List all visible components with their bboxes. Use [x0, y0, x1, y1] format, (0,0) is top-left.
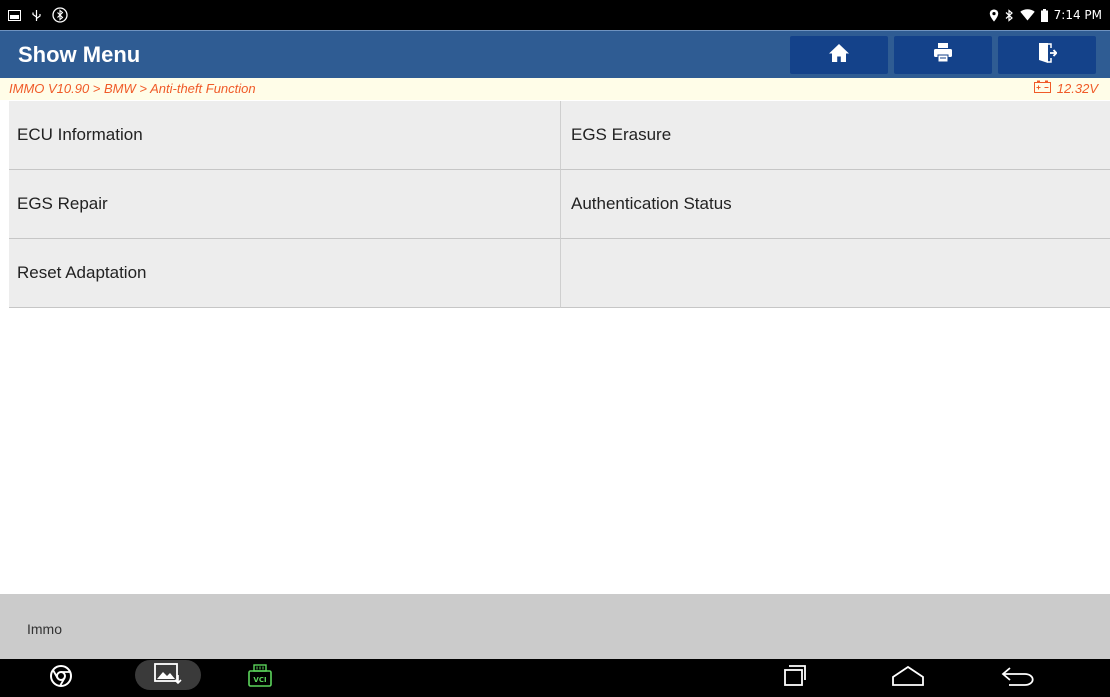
location-icon — [989, 9, 999, 22]
home-icon — [828, 43, 850, 68]
status-bar: 7:14 PM — [0, 0, 1110, 30]
print-icon — [933, 42, 953, 68]
menu-item-egs-erasure[interactable]: EGS Erasure — [561, 101, 1110, 170]
voltage-indicator: 12.32V — [1033, 78, 1098, 100]
chrome-button[interactable] — [47, 659, 75, 697]
app-header: Show Menu — [0, 30, 1110, 78]
screenshot-icon — [8, 9, 21, 21]
usb-icon — [30, 9, 43, 22]
vci-icon: VCI — [247, 663, 273, 694]
menu-item-reset-adaptation[interactable]: Reset Adaptation — [9, 239, 561, 308]
bluetooth-icon — [1005, 8, 1014, 22]
chrome-icon — [49, 664, 73, 693]
bluetooth-connected-icon — [52, 7, 68, 23]
gallery-button[interactable] — [135, 659, 201, 697]
home-nav-icon — [891, 665, 925, 692]
wifi-icon — [1019, 9, 1035, 21]
vci-button[interactable]: VCI — [245, 659, 275, 697]
function-menu: ECU Information EGS Erasure EGS Repair A… — [9, 101, 1110, 308]
print-button[interactable] — [894, 36, 992, 74]
home-nav-button[interactable] — [888, 659, 928, 697]
gallery-icon — [153, 661, 183, 690]
breadcrumb: IMMO V10.90 > BMW > Anti-theft Function — [9, 81, 256, 96]
navigation-bar: VCI — [0, 659, 1110, 697]
exit-button[interactable] — [998, 36, 1096, 74]
footer-label: Immo — [27, 621, 62, 637]
home-button[interactable] — [790, 36, 888, 74]
breadcrumb-bar: IMMO V10.90 > BMW > Anti-theft Function … — [0, 78, 1110, 100]
page-title: Show Menu — [18, 42, 141, 67]
footer-bar: Immo — [0, 594, 1110, 659]
back-button[interactable] — [998, 659, 1038, 697]
recent-apps-button[interactable] — [780, 659, 810, 697]
back-icon — [1001, 665, 1035, 692]
exit-icon — [1037, 42, 1058, 69]
menu-item-egs-repair[interactable]: EGS Repair — [9, 170, 561, 239]
vci-label: VCI — [253, 676, 266, 684]
battery-icon — [1040, 8, 1048, 22]
menu-item-authentication-status[interactable]: Authentication Status — [561, 170, 1110, 239]
battery-voltage-icon — [1033, 78, 1051, 100]
menu-item-empty — [561, 239, 1110, 308]
clock: 7:14 PM — [1053, 8, 1102, 22]
voltage-value: 12.32V — [1056, 81, 1098, 96]
menu-item-ecu-information[interactable]: ECU Information — [9, 101, 561, 170]
recent-apps-icon — [782, 664, 808, 693]
